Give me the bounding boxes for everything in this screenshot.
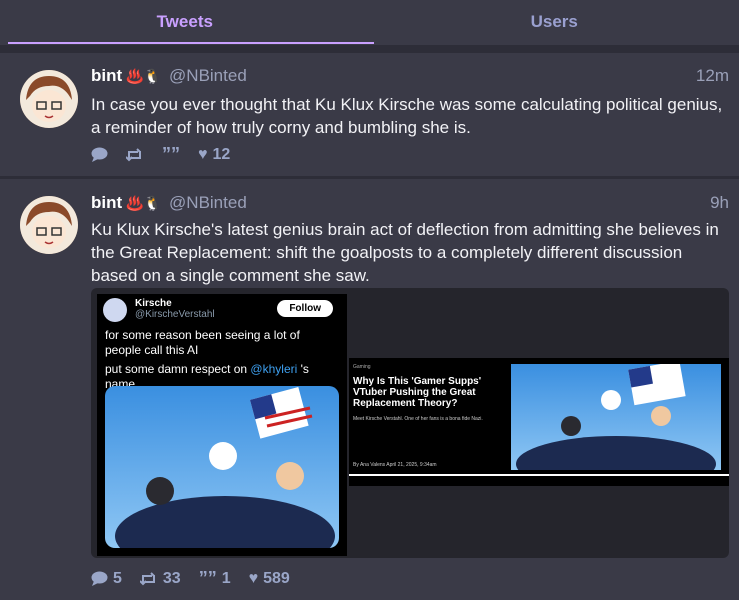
article-category: Gaming [353,364,371,370]
article-rule [349,474,729,476]
retweet-button[interactable] [126,147,144,162]
tweet-actions: ”” ♥ 12 [91,144,230,165]
avatar[interactable] [20,196,78,254]
embedded-tweet-header: Kirsche @KirscheVerstahl Follow [97,294,347,326]
tweet-text: In case you ever thought that Ku Klux Ki… [91,95,723,137]
user-handle[interactable]: @NBinted [169,192,247,214]
reply-button[interactable]: 5 [91,570,122,588]
embedded-artwork [105,386,339,548]
display-name[interactable]: bint [91,192,122,214]
like-button[interactable]: ♥ 589 [249,570,290,588]
timestamp[interactable]: 9h [710,192,729,214]
reply-button[interactable] [91,147,108,162]
retweet-count: 33 [162,569,181,587]
name-badges: ♨️🐧 [126,195,162,211]
article-byline: By Ana Valens April 21, 2025, 9:34am [353,462,437,468]
embedded-follow-button: Follow [277,300,333,317]
name-badges: ♨️🐧 [126,68,162,84]
heart-icon: ♥ [198,145,208,163]
embedded-author: Kirsche [135,298,172,309]
active-tab-indicator [8,42,374,44]
article-thumbnail [511,360,721,492]
quote-count: 1 [221,569,231,587]
quote-icon: ”” [198,568,217,588]
like-count: 589 [263,569,290,587]
quote-icon: ”” [162,144,180,164]
embedded-text-line1: for some reason been seeing a lot of peo… [105,328,300,357]
tweet-header: bint ♨️🐧 @NBinted 9h [91,192,739,214]
retweet-button[interactable]: 33 [139,569,181,588]
heart-icon: ♥ [248,569,259,587]
avatar[interactable] [20,70,78,128]
tweet-actions: 5 33 ”” 1 ♥ 589 [91,568,290,589]
embedded-tweet-image[interactable]: Kirsche @KirscheVerstahl Follow for some… [97,294,347,556]
like-button[interactable]: ♥ 12 [198,146,230,164]
reply-icon [91,571,108,586]
tweet-text: Ku Klux Kirsche's latest genius brain ac… [91,220,719,285]
article-subhead: Meet Kirsche Verstahl. One of her fans i… [353,416,483,422]
tab-bar: Tweets Users [0,0,739,45]
tweet[interactable]: bint ♨️🐧 @NBinted 9h Ku Klux Kirsche's l… [0,190,739,600]
quote-button[interactable]: ”” 1 [199,568,231,589]
like-count: 12 [212,145,231,163]
user-handle[interactable]: @NBinted [169,65,247,87]
embedded-mention: @khyleri [250,362,298,376]
tweet[interactable]: bint ♨️🐧 @NBinted 12m In case you ever t… [0,64,739,174]
divider [0,176,739,179]
reply-count: 5 [113,569,122,587]
retweet-icon [126,147,141,161]
article-preview-image[interactable]: Gaming Why Is This 'Gamer Supps' VTuber … [349,358,729,492]
embedded-handle: @KirscheVerstahl [135,309,215,320]
tab-tweets[interactable]: Tweets [0,0,370,45]
retweet-icon [139,571,155,585]
media-attachment[interactable]: Kirsche @KirscheVerstahl Follow for some… [91,288,729,558]
display-name[interactable]: bint [91,65,122,87]
timestamp[interactable]: 12m [696,65,729,87]
tweet-header: bint ♨️🐧 @NBinted 12m [91,65,739,87]
tab-users[interactable]: Users [370,0,739,45]
embedded-avatar [103,298,127,322]
quote-button[interactable]: ”” [162,144,180,165]
reply-icon [91,147,108,162]
article-headline: Why Is This 'Gamer Supps' VTuber Pushing… [353,376,482,409]
divider [0,45,739,53]
